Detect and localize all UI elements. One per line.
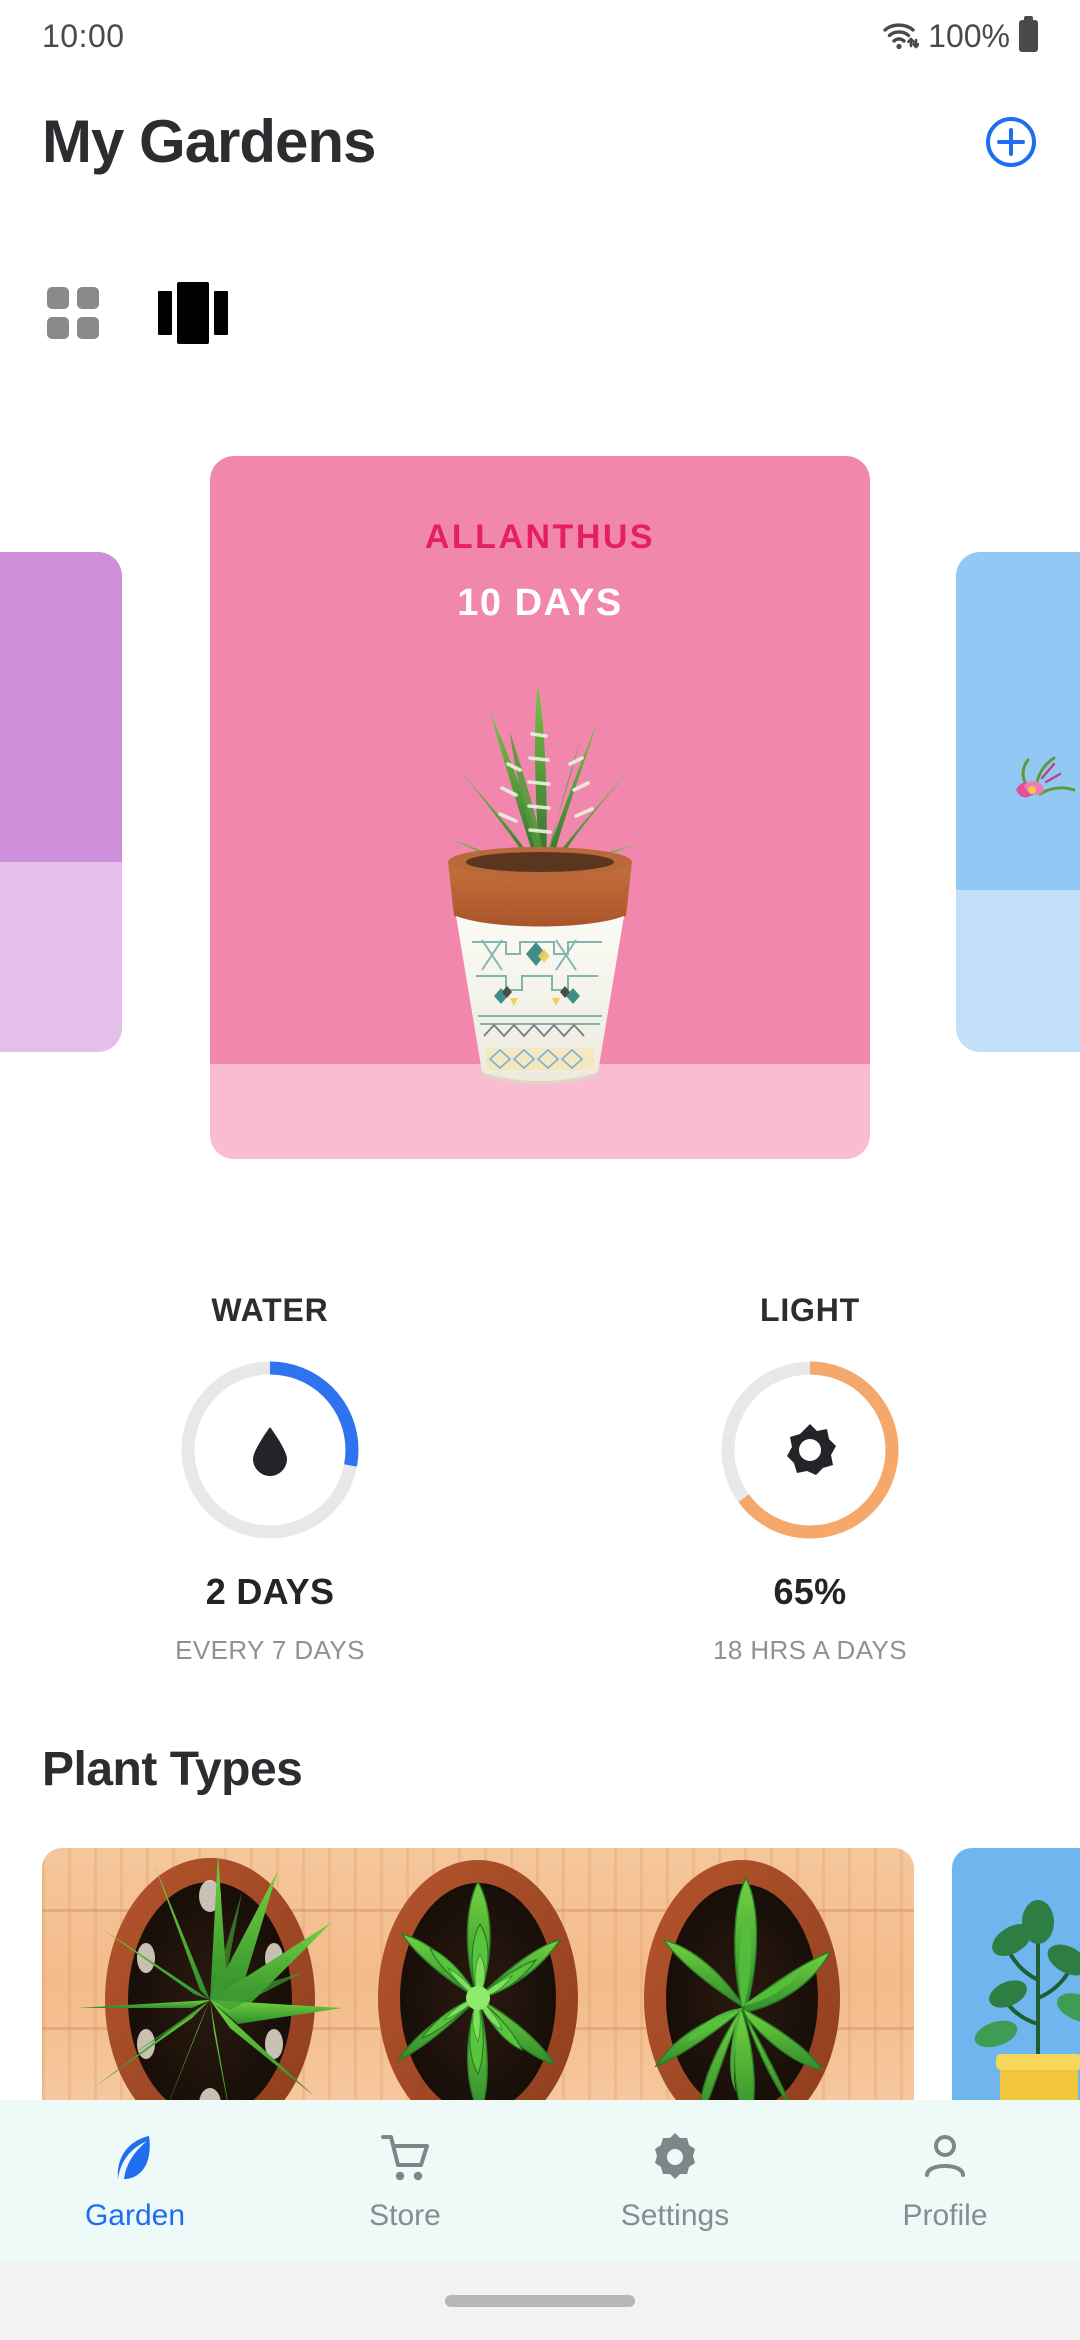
carousel-view-button[interactable] bbox=[158, 282, 228, 344]
wifi-icon bbox=[883, 23, 920, 50]
add-garden-button[interactable] bbox=[984, 115, 1038, 169]
gear-icon bbox=[655, 2133, 695, 2179]
sun-icon bbox=[717, 1357, 903, 1543]
stat-light-ring bbox=[717, 1357, 903, 1543]
plant-art-main bbox=[446, 684, 638, 1085]
leaf-feather-icon bbox=[117, 2136, 150, 2179]
stat-water-label: WATER bbox=[211, 1292, 329, 1328]
page-title: My Gardens bbox=[42, 108, 376, 175]
stat-light: LIGHT 65% 18 HRS A DAYS bbox=[540, 1292, 1080, 1666]
battery-full-icon bbox=[1019, 16, 1038, 52]
grid-view-button[interactable] bbox=[42, 282, 104, 344]
nav-label-garden: Garden bbox=[84, 2199, 186, 2232]
battery-percent: 100% bbox=[928, 17, 1010, 54]
nav-label-settings: Settings bbox=[620, 2199, 730, 2232]
status-indicators: 100% bbox=[883, 16, 1038, 55]
person-icon bbox=[925, 2135, 965, 2177]
stat-light-label: LIGHT bbox=[760, 1292, 860, 1328]
garden-card-name: ALLANTHUS bbox=[424, 518, 656, 556]
bottom-navigation-bar: Garden Store Settings Profile bbox=[0, 2100, 1080, 2262]
status-time: 10:00 bbox=[42, 17, 125, 54]
nav-item-garden[interactable]: Garden bbox=[0, 2100, 270, 2262]
nav-item-store[interactable]: Store bbox=[270, 2100, 540, 2262]
stat-water: WATER 2 DAYS EVERY 7 DAYS bbox=[0, 1292, 540, 1666]
stat-water-value: 2 DAYS bbox=[205, 1571, 335, 1612]
nav-label-store: Store bbox=[369, 2199, 441, 2232]
stat-light-sub: 18 HRS A DAYS bbox=[712, 1635, 908, 1665]
gesture-navigation-area bbox=[0, 2262, 1080, 2340]
gesture-home-bar[interactable] bbox=[445, 2295, 635, 2307]
nav-item-settings[interactable]: Settings bbox=[540, 2100, 810, 2262]
stat-water-sub: EVERY 7 DAYS bbox=[175, 1635, 365, 1665]
plant-stats-row: WATER 2 DAYS EVERY 7 DAYS LIGHT 65% 18 H… bbox=[0, 1292, 1080, 1666]
grid-view-icon bbox=[47, 287, 99, 339]
plus-circle-icon bbox=[986, 117, 1036, 167]
garden-carousel[interactable]: ALLANTHUS 10 DAYS bbox=[0, 456, 1080, 1216]
garden-card-peek-right[interactable] bbox=[956, 552, 1080, 1052]
plant-types-title: Plant Types bbox=[42, 1743, 303, 1796]
garden-card-main[interactable]: ALLANTHUS 10 DAYS bbox=[210, 456, 870, 1159]
nav-label-profile: Profile bbox=[902, 2199, 988, 2232]
plant-art-peek-right bbox=[1016, 756, 1076, 798]
view-toggle-group bbox=[42, 282, 228, 344]
garden-card-peek-left[interactable] bbox=[0, 552, 122, 1052]
stat-light-value: 65% bbox=[773, 1571, 847, 1612]
water-drop-icon bbox=[177, 1357, 363, 1543]
carousel-view-icon bbox=[158, 282, 228, 344]
garden-card-age: 10 DAYS bbox=[457, 582, 623, 624]
stat-water-ring bbox=[177, 1357, 363, 1543]
page-header: My Gardens bbox=[0, 88, 1080, 196]
nav-item-profile[interactable]: Profile bbox=[810, 2100, 1080, 2262]
status-bar: 10:00 100% bbox=[0, 0, 1080, 72]
shopping-cart-icon bbox=[381, 2135, 429, 2181]
